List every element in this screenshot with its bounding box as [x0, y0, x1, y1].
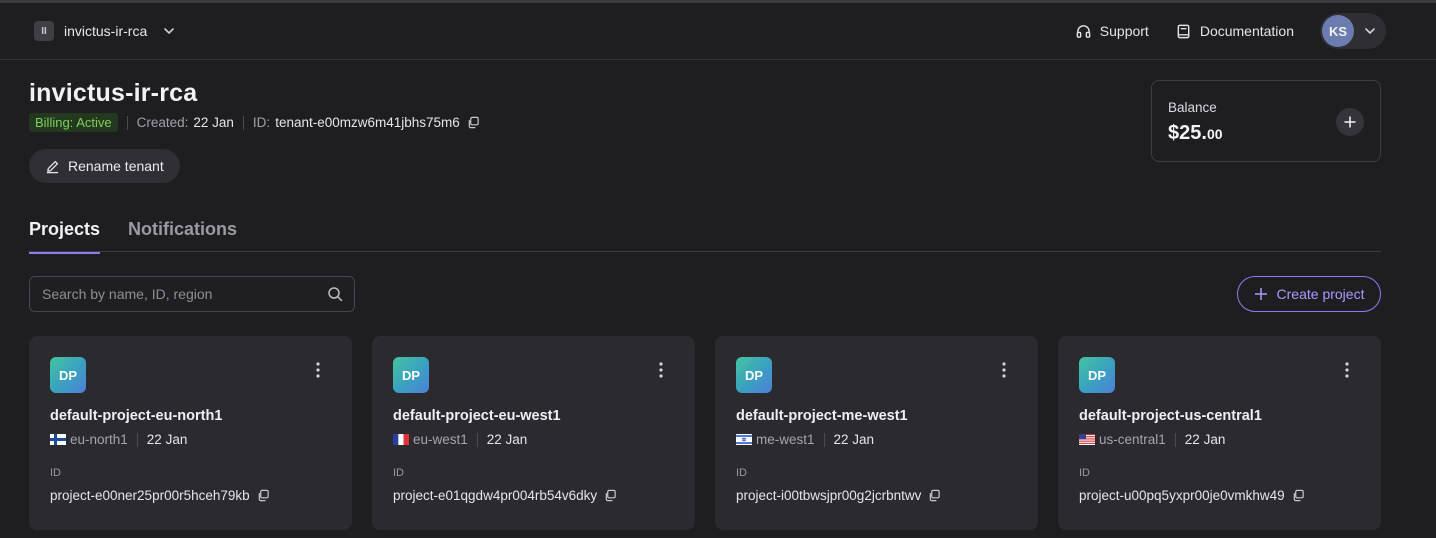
divider [1174, 432, 1176, 447]
project-id-label: ID [393, 467, 404, 479]
project-region: eu-north1 [70, 432, 128, 447]
rename-tenant-button[interactable]: Rename tenant [29, 149, 180, 183]
created-value: 22 Jan [193, 115, 234, 130]
page-title: invictus-ir-rca [29, 79, 198, 107]
project-date: 22 Jan [1184, 432, 1226, 447]
finland-flag-icon [50, 434, 66, 445]
copy-icon[interactable] [604, 489, 617, 502]
more-options-icon[interactable] [653, 362, 669, 380]
project-date: 22 Jan [486, 432, 528, 447]
add-balance-button[interactable] [1336, 108, 1364, 136]
project-meta: us-central1 22 Jan [1079, 432, 1225, 447]
project-id-label: ID [50, 467, 61, 479]
balance-label: Balance [1168, 100, 1217, 115]
divider [476, 432, 478, 447]
project-meta: me-west1 22 Jan [736, 432, 874, 447]
avatar: KS [1322, 15, 1354, 47]
project-date: 22 Jan [146, 432, 188, 447]
chevron-down-icon [164, 28, 175, 34]
balance-card: Balance $25.00 [1151, 80, 1381, 162]
project-card[interactable]: DP default-project-me-west1 me-west1 22 … [715, 336, 1038, 530]
support-link[interactable]: Support [1075, 23, 1149, 40]
project-avatar: DP [1079, 357, 1115, 393]
created-label: Created: [136, 115, 189, 130]
status-badge: Billing: Active [29, 113, 118, 132]
top-links: Support Documentation KS [1075, 13, 1386, 49]
more-options-icon[interactable] [1339, 362, 1355, 380]
divider [242, 115, 244, 130]
project-id-row: project-e01qgdw4pr004rb54v6dky [393, 488, 617, 503]
search-icon[interactable] [327, 286, 343, 302]
divider [136, 432, 138, 447]
project-id-row: project-e00ner25pr00r5hceh79kb [50, 488, 270, 503]
plus-icon [1344, 116, 1356, 128]
divider [823, 432, 825, 447]
top-bar: II invictus-ir-rca Support Documentation… [0, 3, 1436, 60]
balance-amount: $25.00 [1168, 122, 1223, 145]
project-region: eu-west1 [413, 432, 468, 447]
project-region: us-central1 [1099, 432, 1166, 447]
documentation-label: Documentation [1199, 23, 1294, 39]
tenant-switcher[interactable]: II invictus-ir-rca [34, 21, 175, 41]
project-meta: eu-west1 22 Jan [393, 432, 527, 447]
book-icon [1177, 24, 1190, 38]
project-id-label: ID [1079, 467, 1090, 479]
project-avatar: DP [50, 357, 86, 393]
create-project-button[interactable]: Create project [1237, 276, 1381, 312]
balance-amount-cents: 00 [1206, 126, 1223, 142]
project-id: project-e00ner25pr00r5hceh79kb [50, 488, 250, 503]
project-card[interactable]: DP default-project-eu-north1 eu-north1 2… [29, 336, 352, 530]
tenant-meta: Billing: Active Created: 22 Jan ID: tena… [29, 113, 480, 132]
chevron-down-icon [1365, 28, 1375, 34]
create-project-label: Create project [1276, 286, 1365, 302]
project-avatar: DP [393, 357, 429, 393]
project-id: project-e01qgdw4pr004rb54v6dky [393, 488, 598, 503]
project-name: default-project-eu-west1 [393, 408, 561, 424]
copy-icon[interactable] [257, 489, 270, 502]
project-name: default-project-me-west1 [736, 408, 908, 424]
tenant-id-label: ID: [252, 115, 271, 130]
project-region: me-west1 [756, 432, 815, 447]
project-card[interactable]: DP default-project-us-central1 us-centra… [1058, 336, 1381, 530]
balance-amount-main: $25. [1168, 122, 1207, 144]
more-options-icon[interactable] [310, 362, 326, 380]
project-name: default-project-us-central1 [1079, 408, 1262, 424]
project-card[interactable]: DP default-project-eu-west1 eu-west1 22 … [372, 336, 695, 530]
tenant-switcher-label: invictus-ir-rca [64, 23, 148, 39]
headphones-icon [1076, 24, 1091, 38]
france-flag-icon [393, 434, 409, 445]
documentation-link[interactable]: Documentation [1175, 23, 1294, 40]
user-menu[interactable]: KS [1320, 13, 1386, 49]
search-input[interactable] [30, 286, 327, 302]
project-id: project-u00pq5yxpr00je0vmkhw49 [1079, 488, 1285, 503]
tab-notifications[interactable]: Notifications [128, 219, 237, 252]
rename-tenant-label: Rename tenant [68, 158, 164, 174]
tenant-badge: II [34, 21, 54, 41]
project-id-label: ID [736, 467, 747, 479]
project-id: project-i00tbwsjpr00g2jcrbntwv [736, 488, 922, 503]
project-meta: eu-north1 22 Jan [50, 432, 187, 447]
tab-bar: Projects Notifications [29, 211, 1381, 254]
pencil-icon [46, 160, 59, 173]
more-options-icon[interactable] [996, 362, 1012, 380]
project-name: default-project-eu-north1 [50, 408, 223, 424]
project-id-row: project-i00tbwsjpr00g2jcrbntwv [736, 488, 941, 503]
israel-flag-icon [736, 434, 752, 445]
divider [126, 115, 128, 130]
copy-icon[interactable] [928, 489, 941, 502]
project-id-row: project-u00pq5yxpr00je0vmkhw49 [1079, 488, 1305, 503]
plus-icon [1254, 288, 1267, 300]
project-avatar: DP [736, 357, 772, 393]
project-date: 22 Jan [833, 432, 875, 447]
support-label: Support [1099, 23, 1149, 39]
usa-flag-icon [1079, 434, 1095, 445]
copy-icon[interactable] [1292, 489, 1305, 502]
copy-icon[interactable] [467, 116, 480, 129]
tab-projects[interactable]: Projects [29, 219, 101, 254]
tenant-id-value: tenant-e00mzw6m41jbhs75m6 [275, 115, 460, 130]
search-field [29, 276, 355, 312]
